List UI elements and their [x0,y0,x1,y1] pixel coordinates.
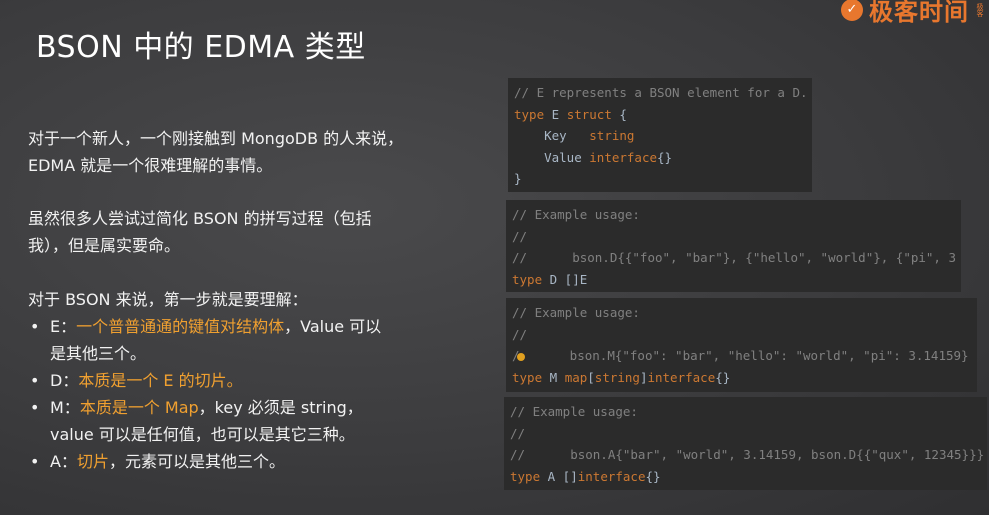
code-m-name: M [542,369,565,385]
code-e-field1-name: Key [514,128,590,143]
code-d-type-keyword: type [512,271,543,287]
code-block-a-type: // Example usage: // // bson.A{"bar", "w… [504,397,987,490]
intro-line-1: 对于一个新人，一个刚接触到 MongoDB 的人来说， [28,129,404,148]
slide-title: BSON 中的 EDMA 类型 [36,30,366,65]
code-e-struct-keyword: struct [566,106,612,122]
bullet-m-prefix: M： [50,398,80,417]
bullet-a: A：切片，元素可以是其他三个。 [28,448,488,475]
code-a-line-3: // bson.A{"bar", "world", 3.14159, bson.… [510,447,985,462]
bullet-m-continuation: value 可以是任何值，也可以是其它三种。 [50,425,355,444]
bullet-e-highlight: 一个普普通通的键值对结构体 [76,317,285,336]
code-e-brace-open: { [611,106,627,122]
code-m-bracket-open: [ [587,369,595,385]
logo-text: 极客时间 [869,0,969,26]
bullet-d-highlight: 本质是一个 E 的切片。 [78,371,243,390]
code-m-value-type: interface [647,369,716,385]
brand-logo: ✓ 极客时间 极客 [841,0,985,27]
code-a-name: A [] [540,468,578,484]
bullet-e-continuation: 是其他三个。 [50,344,147,363]
code-m-line-3: bson.M{"foo": "bar", "hello": "world", "… [524,348,969,363]
bullet-m-highlight: 本质是一个 Map [79,398,199,417]
bullet-a-prefix: A： [50,452,77,471]
code-d-line-2: // [512,228,528,244]
bullet-e-prefix: E： [50,317,77,336]
intro-paragraph: 对于一个新人，一个刚接触到 MongoDB 的人来说， EDMA 就是一个很难理… [28,125,403,179]
simplify-line-1: 虽然很多人尝试过简化 BSON 的拼写过程（包括 [28,209,372,228]
code-e-field2-suffix: {} [657,149,673,165]
logo-small-text: 极客 [976,2,984,17]
code-e-field1-type: string [589,128,635,143]
code-m-line-2: // [512,326,528,342]
type-bullet-list: E：一个普普通通的键值对结构体，Value 可以 是其他三个。 D：本质是一个 … [28,313,488,475]
first-step-paragraph: 对于 BSON 来说，第一步就是要理解： [28,290,308,309]
bullet-a-rest: ，元素可以是其他三个。 [108,452,285,471]
bullet-m: M：本质是一个 Map，key 必须是 string， value 可以是任何值… [28,394,488,448]
code-a-line-1: // Example usage: [510,404,638,419]
code-m-map-keyword: map [564,369,588,385]
code-m-line-1: // Example usage: [512,305,640,320]
bullet-m-rest: ，key 必须是 string， [198,398,363,417]
code-e-field2-type: interface [589,149,657,165]
code-e-brace-close: } [514,171,522,186]
code-d-line-1: // Example usage: [512,207,640,222]
code-m-key-type: string [594,369,640,385]
code-m-type-keyword: type [512,369,543,385]
simplify-line-2: 我），但是属实要命。 [28,236,181,255]
logo-badge-icon: ✓ [841,0,863,21]
intro-line-2: EDMA 就是一个很难理解的事情。 [28,156,273,175]
code-e-field2-name: Value [514,149,590,165]
code-e-type-keyword: type [514,106,545,122]
code-e-name: E [544,106,567,122]
code-d-line-3: // bson.D{{"foo", "bar"}, {"hello", "wor… [512,250,957,265]
code-block-e-type: // E represents a BSON element for a D. … [508,78,812,192]
code-a-line-2: // [510,425,526,441]
bullet-d-prefix: D： [50,371,79,390]
bullet-a-highlight: 切片 [76,452,109,471]
code-e-comment: // E represents a BSON element for a D. [514,85,808,100]
code-block-d-type: // Example usage: // // bson.D{{"foo", "… [506,200,961,292]
cursor-marker-icon [516,352,525,361]
code-m-suffix: {} [715,369,731,385]
bullet-e: E：一个普普通通的键值对结构体，Value 可以 是其他三个。 [28,313,488,367]
code-d-definition: D []E [542,271,588,287]
code-block-m-type: // Example usage: // / bson.M{"foo": "ba… [506,298,977,392]
bullet-d: D：本质是一个 E 的切片。 [28,367,488,394]
code-a-type-keyword: type [510,468,541,484]
bullet-e-rest: ，Value 可以 [284,317,382,336]
code-a-value-type: interface [577,468,646,484]
simplify-paragraph: 虽然很多人尝试过简化 BSON 的拼写过程（包括 我），但是属实要命。 [28,205,372,259]
code-a-suffix: {} [645,468,661,484]
